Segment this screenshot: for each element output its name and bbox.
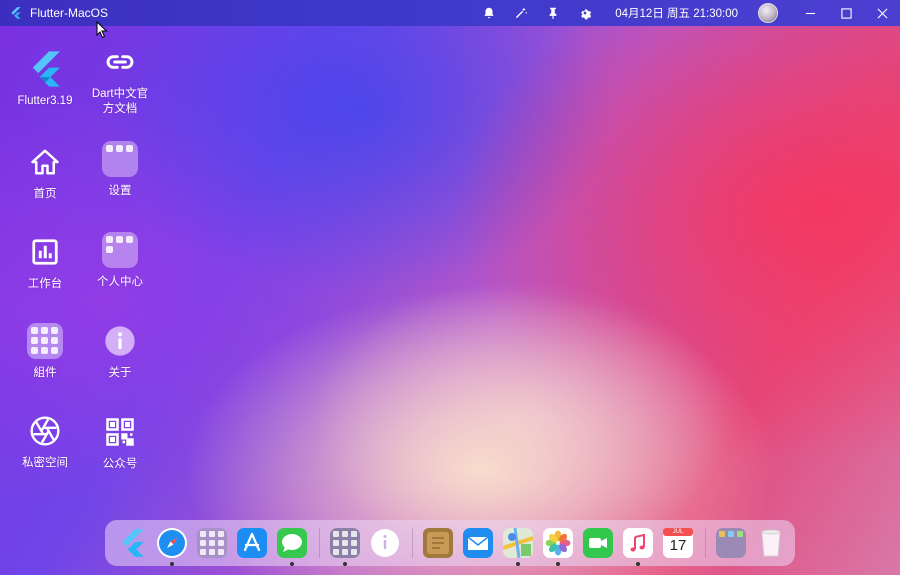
mouse-cursor-icon [96,21,108,39]
desktop-item-label: Flutter3.19 [17,95,73,107]
facetime-camera-icon [583,528,613,558]
info-icon [371,529,399,557]
bar-chart-icon [26,233,64,271]
bell-icon[interactable] [473,0,505,26]
dock-launchpad[interactable] [195,526,229,560]
desktop-item-label: 设置 [108,185,132,197]
desktop-item-label: 工作台 [27,278,63,290]
running-indicator [636,562,640,566]
desktop-item-label: 首页 [33,188,57,200]
dock-calendar[interactable]: JUL 17 [661,526,695,560]
dock-music[interactable] [621,526,655,566]
desktop-item-label: 个人中心 [97,276,143,288]
dock-app-store[interactable] [235,526,269,560]
dock-facetime[interactable] [581,526,615,560]
clock-datetime: 04月12日 周五 21:30:00 [615,8,738,20]
desktop-item-workbench[interactable]: 工作台 [10,233,80,292]
desktop-item-label: Dart中文官方文档 [91,88,149,115]
dock-folder[interactable] [714,526,748,560]
dock-separator [705,528,706,558]
desktop-item-label: 关于 [108,367,132,379]
calendar-day: 17 [669,537,687,554]
running-indicator [343,562,347,566]
desktop-item-settings[interactable]: 设置 [85,140,155,199]
dock-trash[interactable] [754,526,788,560]
dock-info[interactable] [368,526,402,560]
dock-separator [412,528,413,558]
info-icon [101,322,139,360]
flutter-logo-icon [11,7,21,19]
music-note-icon [623,528,653,558]
dock-notes[interactable] [421,526,455,560]
profile-tile-icon [101,231,139,269]
desktop-item-label: 公众号 [102,458,138,470]
photos-flower-icon [543,528,573,558]
launchpad-grid-icon [197,528,227,558]
components-tile-icon [26,322,64,360]
close-button[interactable] [864,0,900,26]
app-store-icon [237,528,267,558]
desktop-item-home[interactable]: 首页 [10,143,80,202]
flutter-logo-icon [122,529,144,557]
desktop-item-private-space[interactable]: 私密空间 [10,412,80,471]
home-icon [26,143,64,181]
dock-maps[interactable] [501,526,535,566]
settings-tile-icon [101,140,139,178]
maps-icon [503,528,533,558]
dock-messages[interactable] [275,526,309,566]
desktop-item-label: 私密空间 [22,457,68,469]
desktop-item-about[interactable]: 关于 [85,322,155,381]
minimize-button[interactable] [792,0,828,26]
desktop-item-dart-docs[interactable]: Dart中文官方文档 [85,43,155,117]
maximize-button[interactable] [828,0,864,26]
qr-code-icon [101,413,139,451]
close-icon [877,8,887,18]
dock-safari[interactable] [155,526,189,566]
flutter-logo-icon [26,50,64,88]
settings-gear-icon[interactable] [569,0,601,26]
pin-icon[interactable] [537,0,569,26]
running-indicator [170,562,174,566]
safari-compass-icon [157,528,187,558]
desktop-item-label: 組件 [33,367,57,379]
link-icon [101,43,139,81]
title-bar: Flutter-MacOS 04月12日 周五 21:30:00 [0,0,900,26]
trash-bin-icon [761,529,781,557]
dock-components[interactable] [328,526,362,566]
running-indicator [556,562,560,566]
desktop-item-wechat-official[interactable]: 公众号 [85,413,155,472]
dock: JUL 17 [105,520,795,566]
dock-flutter[interactable] [115,526,149,560]
desktop-item-profile[interactable]: 个人中心 [85,231,155,290]
title-bar-controls: 04月12日 周五 21:30:00 [473,0,900,26]
running-indicator [290,562,294,566]
message-bubble-icon [277,528,307,558]
running-indicator [516,562,520,566]
magic-wand-icon[interactable] [505,0,537,26]
desktop-item-flutter[interactable]: Flutter3.19 [10,50,80,109]
dock-separator [319,528,320,558]
dock-photos[interactable] [541,526,575,566]
minimize-icon [805,12,815,14]
maximize-icon [840,7,852,19]
window-title: Flutter-MacOS [30,6,109,20]
camera-aperture-icon [26,412,64,450]
components-grid-icon [330,528,360,558]
notes-book-icon [423,528,453,558]
user-avatar[interactable] [758,3,778,23]
dock-mail[interactable] [461,526,495,560]
mail-envelope-icon [463,528,493,558]
desktop-item-components[interactable]: 組件 [10,322,80,381]
calendar-month: JUL [672,529,684,535]
folder-grid-icon [716,528,746,558]
